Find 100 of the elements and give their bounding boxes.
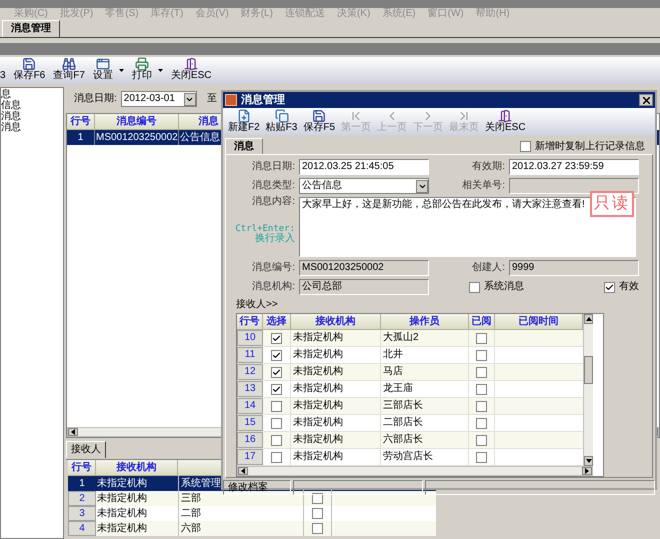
tab[interactable]: 接收人 [66,441,106,458]
hint-text: 换行录入 [255,234,295,244]
checkbox[interactable] [312,523,323,534]
scrollbar[interactable] [237,466,593,476]
toolbar-button[interactable]: 保存F5 [302,109,336,135]
column-header[interactable]: 消息编号 [95,114,179,130]
checkbox[interactable] [476,400,487,412]
toolbar-button[interactable]: 查询F7 [53,57,85,84]
table-cell-text: 未指定机构 [96,476,148,490]
table-cell: 未指定机构 [291,449,381,465]
checkbox[interactable] [469,282,480,292]
text-field[interactable]: 9999 [509,260,639,276]
row-number: 13 [237,381,263,397]
right-arrow-icon [585,468,589,474]
save-icon [22,57,36,71]
checkbox[interactable] [271,418,282,428]
text-field[interactable]: 2012.03.27 23:59:59 [509,159,639,175]
row-number: 17 [237,449,263,465]
tab[interactable]: 消息 [225,138,263,154]
table-cell: MS001203250002 [95,130,179,145]
column-header[interactable]: 选择 [263,314,291,330]
window-icon [96,57,110,71]
checkbox[interactable] [271,452,282,462]
field-label: 消息日期: [74,94,117,104]
table-cell: 二部店长 [381,415,469,431]
tree-item[interactable]: 消息 [1,123,63,133]
toolbar-button[interactable]: 3 [0,57,6,84]
dropdown-field[interactable]: 公告信息 [299,178,429,194]
checkbox[interactable] [271,400,282,412]
column-header[interactable]: 操作员 [381,314,469,330]
table-cell: 大孤山2 [381,330,469,346]
printer-icon [134,57,149,71]
checkbox[interactable] [476,332,487,344]
field-label: 有效期: [471,162,506,172]
checkbox[interactable] [520,141,531,152]
checkbox-label: 有效 [619,282,639,292]
table-cell: 三部店长 [381,398,469,414]
row-number: 3 [68,506,96,521]
save-icon [312,109,326,123]
text-field[interactable] [509,178,639,194]
text-field[interactable]: 2012.03.25 21:45:05 [299,159,429,175]
copy-icon [274,109,288,123]
checkbox[interactable] [312,508,323,519]
column-header[interactable]: 行号 [68,460,96,476]
date-picker[interactable]: 2012-03-01 [120,91,197,107]
read-only-stamp: 只读 [590,191,634,217]
column-header[interactable]: 接收机构 [291,314,381,330]
checkbox-label: 系统消息 [484,282,524,292]
toolbar-button[interactable]: 关闭ESC [170,57,212,84]
toolbar-button[interactable]: 设置 [92,57,113,84]
checkbox[interactable] [271,350,282,360]
table-cell: 六部 [178,521,303,536]
toolbar-button[interactable]: 粘贴F3 [264,109,298,135]
checkbox[interactable] [476,366,487,378]
checkbox[interactable] [271,434,282,446]
column-header[interactable]: 已阅 [469,314,495,330]
row-number: 4 [68,521,96,536]
field-label: 消息编号: [251,263,296,273]
checkbox[interactable] [271,384,282,394]
toolbar-button[interactable]: 打印 [132,57,152,84]
down-arrow-icon [586,459,592,463]
field-label: 消息内容: [252,197,295,207]
new-file-icon [236,109,251,123]
checkbox[interactable] [476,418,487,428]
column-header[interactable]: 已阅时间 [495,314,583,330]
dropdown-arrow-icon[interactable] [158,69,163,72]
dialog-title: 消息管理 [241,94,286,106]
close-icon [642,96,650,104]
checkbox[interactable] [604,282,615,292]
checkbox[interactable] [312,493,323,504]
column-header[interactable]: 接收机构 [96,460,178,476]
toolbar-button[interactable]: 关闭ESC [484,109,527,135]
checkbox[interactable] [271,332,282,344]
checkbox[interactable] [476,384,487,394]
checkbox[interactable] [476,350,487,360]
column-header[interactable]: 行号 [67,114,95,130]
section-label: 接收人>> [235,300,279,310]
door-icon [184,57,198,71]
table-cell: 未指定机构 [291,415,381,431]
tree-item[interactable]: 信息 [1,101,63,111]
text-field[interactable]: MS001203250002 [299,260,429,276]
tree-item[interactable]: 消息 [1,112,63,122]
checkbox[interactable] [476,452,487,462]
document-tab[interactable]: 消息管理 [2,20,60,37]
tree-item[interactable]: 息 [1,90,63,100]
field-label: 相关单号: [461,181,506,191]
field-label: 创建人: [471,263,506,273]
toolbar-button[interactable]: 保存F6 [14,57,46,84]
scrollbar-thumb[interactable] [584,356,593,384]
scrollbar[interactable] [583,314,593,466]
row-number: 15 [237,415,263,431]
row-number: 2 [68,491,96,506]
dropdown-arrow-icon[interactable] [118,69,124,72]
checkbox[interactable] [271,366,282,378]
close-button[interactable] [639,94,653,106]
up-arrow-icon [586,317,592,321]
text-field[interactable]: 公司总部 [299,279,429,295]
checkbox[interactable] [476,434,487,446]
column-header[interactable]: 行号 [237,314,263,330]
field-label: 消息日期: [251,162,296,172]
